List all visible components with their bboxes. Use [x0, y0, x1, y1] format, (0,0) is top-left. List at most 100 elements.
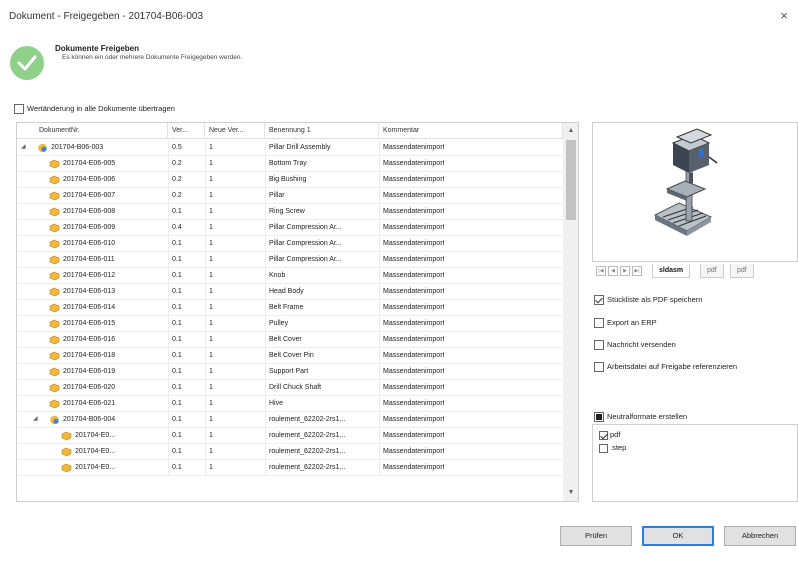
column-divider — [379, 412, 380, 428]
arbeitsdatei-checkbox[interactable] — [594, 362, 604, 373]
nachricht-checkbox[interactable] — [594, 340, 604, 351]
table-row[interactable]: 201704-E06-010 0.1 1 Pillar Compression Ar.… — [17, 236, 563, 252]
next-page-icon[interactable]: ▶ — [620, 266, 630, 276]
column-header-docnr[interactable]: DokumentNr. — [17, 123, 168, 139]
close-icon[interactable]: × — [776, 8, 792, 24]
propagate-changes-checkbox[interactable]: Wertänderung in alle Dokumente übertrage… — [14, 104, 175, 115]
cell-new-version: 1 — [209, 256, 213, 263]
cancel-button[interactable]: Abbrechen — [724, 526, 796, 546]
cell-docnr: 201704-E06-012 — [63, 272, 116, 279]
table-row[interactable]: 201704-E06-013 0.1 1 Head Body Massendatenim… — [17, 284, 563, 300]
table-row[interactable]: ◢ 201704-B06-004 0.1 1 roulement_62202-2rs1.… — [17, 412, 563, 428]
documents-grid[interactable]: DokumentNr. Ver... Neue Ver... Benennung… — [16, 122, 579, 502]
export-erp-checkbox[interactable] — [594, 318, 604, 329]
check-button[interactable]: Prüfen — [560, 526, 632, 546]
cell-comment: Massendatenimport — [383, 320, 445, 327]
table-row[interactable]: 201704-E06-016 0.1 1 Belt Cover Massendateni… — [17, 332, 563, 348]
table-row[interactable]: 201704-E06-007 0.2 1 Pillar Massendatenimpor… — [17, 188, 563, 204]
part-icon — [49, 367, 60, 377]
prev-page-icon[interactable]: ◀ — [608, 266, 618, 276]
table-row[interactable]: 201704-E06-018 0.1 1 Belt Cover Pin Massenda… — [17, 348, 563, 364]
cell-new-version: 1 — [209, 240, 213, 247]
column-divider — [168, 156, 169, 172]
neutral-formats-toggle[interactable]: Neutralformate erstellen — [594, 412, 687, 423]
format-step-checkbox[interactable] — [599, 443, 608, 453]
cell-new-version: 1 — [209, 368, 213, 375]
table-row[interactable]: 201704-E0... 0.1 1 roulement_62202-2rs1... M… — [17, 444, 563, 460]
cell-version: 0.1 — [172, 464, 182, 471]
table-row[interactable]: 201704-E0... 0.1 1 roulement_62202-2rs1... M… — [17, 428, 563, 444]
column-divider — [168, 140, 169, 156]
cell-name: roulement_62202-2rs1... — [269, 416, 346, 423]
table-row[interactable]: 201704-E06-019 0.1 1 Support Part Massendate… — [17, 364, 563, 380]
cell-name: Pillar Compression Ar... — [269, 240, 342, 247]
column-divider — [379, 300, 380, 316]
stueckliste-label: Stückliste als PDF speichern — [607, 295, 703, 304]
cell-name: Belt Cover — [269, 336, 302, 343]
neutral-formats-checkbox[interactable] — [594, 412, 604, 423]
column-divider — [168, 428, 169, 444]
column-header-name[interactable]: Benennung 1 — [265, 123, 379, 139]
column-divider — [205, 284, 206, 300]
tree-expander-icon[interactable]: ◢ — [21, 140, 26, 156]
option-arbeitsdatei[interactable]: Arbeitsdatei auf Freigabe referenzieren — [594, 362, 737, 373]
cell-docnr: 201704-E06-009 — [63, 224, 116, 231]
column-header-version[interactable]: Ver... — [168, 123, 205, 139]
format-pdf-checkbox[interactable] — [599, 430, 608, 440]
cell-comment: Massendatenimport — [383, 192, 445, 199]
table-row[interactable]: 201704-E06-006 0.2 1 Big Bushing Massendaten… — [17, 172, 563, 188]
column-divider — [379, 172, 380, 188]
tab-sldasm[interactable]: sldasm — [652, 264, 691, 278]
table-row[interactable]: 201704-E06-020 0.1 1 Drill Chuck Shaft Masse… — [17, 380, 563, 396]
stueckliste-checkbox[interactable] — [594, 295, 604, 306]
cell-comment: Massendatenimport — [383, 400, 445, 407]
table-row[interactable]: 201704-E06-012 0.1 1 Knob Massendatenimport — [17, 268, 563, 284]
last-page-icon[interactable]: ▶| — [632, 266, 642, 276]
option-stueckliste-pdf[interactable]: Stückliste als PDF speichern — [594, 295, 703, 306]
table-row[interactable]: 201704-E06-008 0.1 1 Ring Screw Massendateni… — [17, 204, 563, 220]
column-divider — [205, 396, 206, 412]
scroll-thumb[interactable] — [566, 140, 576, 220]
ok-button[interactable]: OK — [642, 526, 714, 546]
tab-pdf-2[interactable]: pdf — [730, 264, 754, 278]
format-item-pdf[interactable]: pdf — [599, 430, 620, 440]
table-row[interactable]: 201704-E06-015 0.1 1 Pulley Massendatenimpor… — [17, 316, 563, 332]
table-row[interactable]: 201704-E06-021 0.1 1 Hive Massendatenimport — [17, 396, 563, 412]
table-row[interactable]: ◢ 201704-B06-003 0.5 1 Pillar Drill Assembly… — [17, 140, 563, 156]
cell-comment: Massendatenimport — [383, 432, 445, 439]
column-header-new-version[interactable]: Neue Ver... — [205, 123, 265, 139]
table-row[interactable]: 201704-E0... 0.1 1 roulement_62202-2rs1... M… — [17, 460, 563, 476]
propagate-checkbox-box[interactable] — [14, 104, 24, 115]
first-page-icon[interactable]: |◀ — [596, 266, 606, 276]
cell-docnr: 201704-E0... — [75, 448, 116, 455]
table-row[interactable]: 201704-E06-005 0.2 1 Bottom Tray Massendaten… — [17, 156, 563, 172]
format-item-step[interactable]: .step — [599, 443, 626, 453]
column-divider — [168, 332, 169, 348]
cell-version: 0.1 — [172, 352, 182, 359]
tree-expander-icon[interactable]: ◢ — [33, 412, 38, 428]
cell-new-version: 1 — [209, 320, 213, 327]
option-export-erp[interactable]: Export an ERP — [594, 318, 657, 329]
tab-pdf-1[interactable]: pdf — [700, 264, 724, 278]
format-pdf-label: pdf — [610, 430, 621, 439]
nachricht-label: Nachricht versenden — [607, 340, 676, 349]
cell-name: Hive — [269, 400, 284, 407]
neutral-formats-list: pdf .step — [592, 424, 798, 502]
part-icon — [49, 399, 60, 409]
table-row[interactable]: 201704-E06-014 0.1 1 Belt Frame Massendateni… — [17, 300, 563, 316]
grid-scrollbar[interactable]: ▲ ▼ — [563, 123, 578, 501]
column-divider — [265, 220, 266, 236]
cell-comment: Massendatenimport — [383, 144, 445, 151]
part-icon — [61, 463, 72, 473]
part-icon — [49, 383, 60, 393]
cell-version: 0.1 — [172, 448, 182, 455]
column-divider — [265, 204, 266, 220]
part-icon — [49, 207, 60, 217]
column-header-comment[interactable]: Kommentar — [379, 123, 563, 139]
table-row[interactable]: 201704-E06-009 0.4 1 Pillar Compression Ar.… — [17, 220, 563, 236]
scroll-up-icon[interactable]: ▲ — [563, 123, 578, 139]
table-row[interactable]: 201704-E06-011 0.1 1 Pillar Compression Ar.… — [17, 252, 563, 268]
scroll-down-icon[interactable]: ▼ — [563, 485, 578, 501]
option-nachricht[interactable]: Nachricht versenden — [594, 340, 676, 351]
part-icon — [49, 159, 60, 169]
